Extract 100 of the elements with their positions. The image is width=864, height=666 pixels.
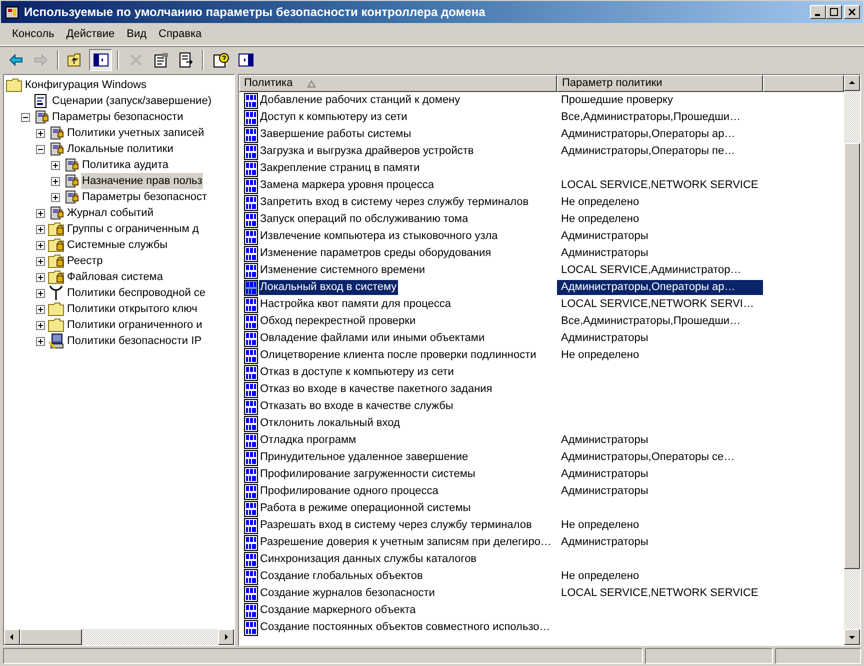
tree-item[interactable]: Политики открытого ключ [66, 301, 198, 317]
policy-icon [243, 92, 259, 108]
table-cell[interactable]: Завершение работы системы [259, 127, 412, 142]
policy-icon [243, 534, 259, 550]
table-cell[interactable]: Работа в режиме операционной системы [259, 501, 472, 516]
expand-icon[interactable] [51, 192, 60, 202]
minimize-button[interactable] [810, 5, 826, 19]
tree-item[interactable]: Локальные политики [66, 141, 174, 157]
expand-icon[interactable] [36, 288, 45, 298]
column-header[interactable]: Политика [239, 75, 557, 92]
expand-icon[interactable] [36, 320, 45, 330]
menu-item[interactable]: Действие [60, 26, 121, 43]
table-cell[interactable]: Закрепление страниц в памяти [259, 161, 421, 176]
table-cell: Администраторы,Операторы ар… [557, 280, 763, 295]
scroll-thumb[interactable] [844, 143, 860, 569]
table-cell[interactable]: Добавление рабочих станций к домену [259, 93, 462, 108]
tree-item[interactable]: Конфигурация Windows [24, 77, 148, 93]
tree-item[interactable]: Политики безопасности IP [66, 333, 203, 349]
expand-icon[interactable] [51, 160, 60, 170]
expand-icon[interactable] [36, 304, 45, 314]
collapse-icon[interactable] [36, 144, 45, 154]
server-lock-icon [48, 205, 64, 221]
column-header[interactable]: Параметр политики [557, 75, 763, 92]
table-cell-text: Администраторы [560, 484, 650, 499]
table-cell[interactable]: Создание маркерного объекта [259, 603, 417, 618]
tree-item[interactable]: Политики беспроводной се [66, 285, 207, 301]
expand-icon[interactable] [36, 240, 45, 250]
table-cell[interactable]: Доступ к компьютеру из сети [259, 110, 408, 125]
table-cell[interactable]: Запретить вход в систему через службу терминалов [259, 195, 530, 210]
tree-item[interactable]: Сценарии (запуск/завершение) [51, 93, 212, 109]
tree-item[interactable]: Политика аудита [81, 157, 170, 173]
table-cell[interactable]: Создание постоянных объектов совместного использо… [259, 620, 552, 635]
column-header[interactable] [763, 75, 844, 92]
expand-icon[interactable] [36, 208, 45, 218]
locked-folder-icon [48, 254, 64, 268]
table-cell[interactable]: Локальный вход в систему [259, 280, 398, 295]
menu-item[interactable]: Консоль [6, 26, 60, 43]
policy-icon [243, 518, 259, 534]
table-cell[interactable]: Настройка квот памяти для процесса [259, 297, 452, 312]
vertical-scrollbar[interactable] [844, 75, 860, 645]
table-cell[interactable]: Разрешать вход в систему через службу терминалов [259, 518, 533, 533]
maximize-icon [830, 8, 838, 16]
expand-icon[interactable] [36, 256, 45, 266]
table-cell[interactable]: Отказ во входе в качестве пакетного задания [259, 382, 494, 397]
table-cell-text: LOCAL SERVICE,NETWORK SERVICE [560, 178, 760, 193]
table-cell[interactable]: Отклонить локальный вход [259, 416, 401, 431]
expand-icon[interactable] [36, 336, 45, 346]
table-cell[interactable]: Отладка программ [259, 433, 358, 448]
table-cell[interactable]: Синхронизация данных службы каталогов [259, 552, 478, 567]
scroll-thumb[interactable] [20, 629, 82, 645]
table-cell[interactable]: Отказать во входе в качестве службы [259, 399, 454, 414]
expand-icon[interactable] [36, 224, 45, 234]
toolbar-button[interactable] [89, 48, 112, 70]
tree-item[interactable]: Параметры безопасност [81, 189, 208, 205]
tree-item[interactable]: Параметры безопасности [51, 109, 184, 125]
tree-item[interactable]: Реестр [66, 253, 104, 269]
menu-item[interactable]: Вид [120, 26, 153, 43]
table-cell[interactable]: Разрешение доверия к учетным записям при делегиро… [259, 535, 552, 550]
table-cell-text: Прошедшие проверку [560, 93, 674, 108]
table-cell[interactable]: Запуск операций по обслуживанию тома [259, 212, 470, 227]
table-cell[interactable]: Замена маркера уровня процесса [259, 178, 435, 193]
expand-icon[interactable] [36, 128, 45, 138]
scroll-left-button[interactable] [4, 629, 20, 645]
scroll-down-button[interactable] [844, 629, 860, 645]
table-cell[interactable]: Изменение параметров среды оборудования [259, 246, 492, 261]
collapse-icon[interactable] [21, 112, 30, 122]
tree-item[interactable]: Группы с ограниченным д [66, 221, 200, 237]
menu-item[interactable]: Справка [152, 26, 208, 43]
app-icon [4, 4, 20, 20]
table-cell[interactable]: Отказ в доступе к компьютеру из сети [259, 365, 455, 380]
table-cell[interactable]: Изменение системного времени [259, 263, 426, 278]
table-cell[interactable]: Овладение файлами или иными объектами [259, 331, 486, 346]
table-cell[interactable]: Извлечение компьютера из стыковочного узла [259, 229, 499, 244]
policy-icon [243, 348, 259, 364]
maximize-button[interactable] [826, 5, 842, 19]
table-cell[interactable]: Принудительное удаленное завершение [259, 450, 470, 465]
policy-icon [243, 364, 259, 380]
tree-item[interactable]: Системные службы [66, 237, 169, 253]
tree-item[interactable]: Политики учетных записей [66, 125, 206, 141]
table-cell[interactable]: Создание глобальных объектов [259, 569, 424, 584]
locked-folder-icon [48, 238, 64, 252]
close-button[interactable] [844, 5, 860, 19]
expand-icon[interactable] [36, 272, 45, 282]
table-cell[interactable]: Олицетворение клиента после проверки подлинности [259, 348, 538, 363]
table-cell[interactable]: Создание журналов безопасности [259, 586, 436, 601]
tree-item[interactable]: Назначение прав польз [81, 173, 204, 189]
scroll-up-button[interactable] [844, 75, 860, 91]
policy-icon [243, 126, 259, 142]
table-cell[interactable]: Профилирование одного процесса [259, 484, 440, 499]
table-cell[interactable]: Загрузка и выгрузка драйверов устройств [259, 144, 475, 159]
expand-icon[interactable] [51, 176, 60, 186]
table-cell-text: Администраторы [560, 467, 650, 482]
tree-item[interactable]: Файловая система [66, 269, 164, 285]
table-cell[interactable]: Профилирование загруженности системы [259, 467, 476, 482]
tree-item[interactable]: Политики ограниченного и [66, 317, 204, 333]
horizontal-scrollbar[interactable] [4, 629, 234, 645]
tree-item[interactable]: Журнал событий [66, 205, 154, 221]
locked-folder-icon [48, 222, 64, 236]
table-cell[interactable]: Обход перекрестной проверки [259, 314, 417, 329]
scroll-right-button[interactable] [218, 629, 234, 645]
